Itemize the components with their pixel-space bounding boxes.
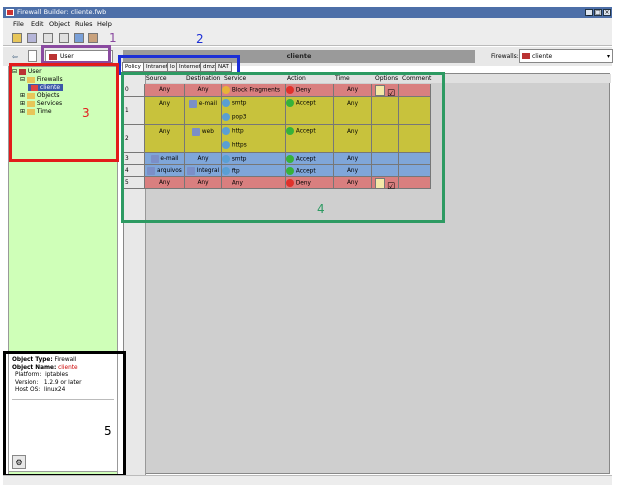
app-icon [6,9,14,16]
close-button[interactable]: × [603,9,611,16]
callout-frame-4 [121,72,445,223]
new-object-icon[interactable] [28,50,37,62]
firewall-title: cliente [286,52,312,60]
callout-5: 5 [104,424,112,438]
compile-icon[interactable] [74,33,84,43]
callout-1: 1 [109,31,117,45]
firewalls-label: Firewalls: [491,53,519,60]
callout-3: 3 [82,106,90,120]
window-title: Firewall Builder: cliente.fwb [17,8,107,16]
menubar: File Edit Object Rules Help [3,18,612,30]
toolbar [3,30,612,46]
callout-4: 4 [317,202,325,216]
print-icon[interactable] [43,33,53,43]
firewall-icon [522,53,530,59]
firewalls-dropdown[interactable]: cliente ▾ [519,49,613,63]
firewalls-dropdown-value: cliente [532,53,553,60]
back-arrow-icon[interactable]: ⇦ [12,53,21,61]
callout-frame-5 [3,351,126,477]
callout-frame-3 [9,63,119,162]
callout-2: 2 [196,32,204,46]
chevron-down-icon: ▾ [606,53,610,60]
status-bar [3,475,612,485]
maximize-button[interactable]: □ [594,9,602,16]
install-icon[interactable] [88,33,98,43]
find-icon[interactable] [59,33,69,43]
open-icon[interactable] [12,33,22,43]
callout-frame-1 [41,45,111,64]
menu-edit[interactable]: Edit [31,20,44,28]
save-icon[interactable] [27,33,37,43]
menu-file[interactable]: File [13,20,24,28]
menu-help[interactable]: Help [97,20,112,28]
menu-rules[interactable]: Rules [75,20,93,28]
window-titlebar: Firewall Builder: cliente.fwb [3,7,612,18]
minimize-button[interactable]: _ [585,9,593,16]
menu-object[interactable]: Object [49,20,70,28]
